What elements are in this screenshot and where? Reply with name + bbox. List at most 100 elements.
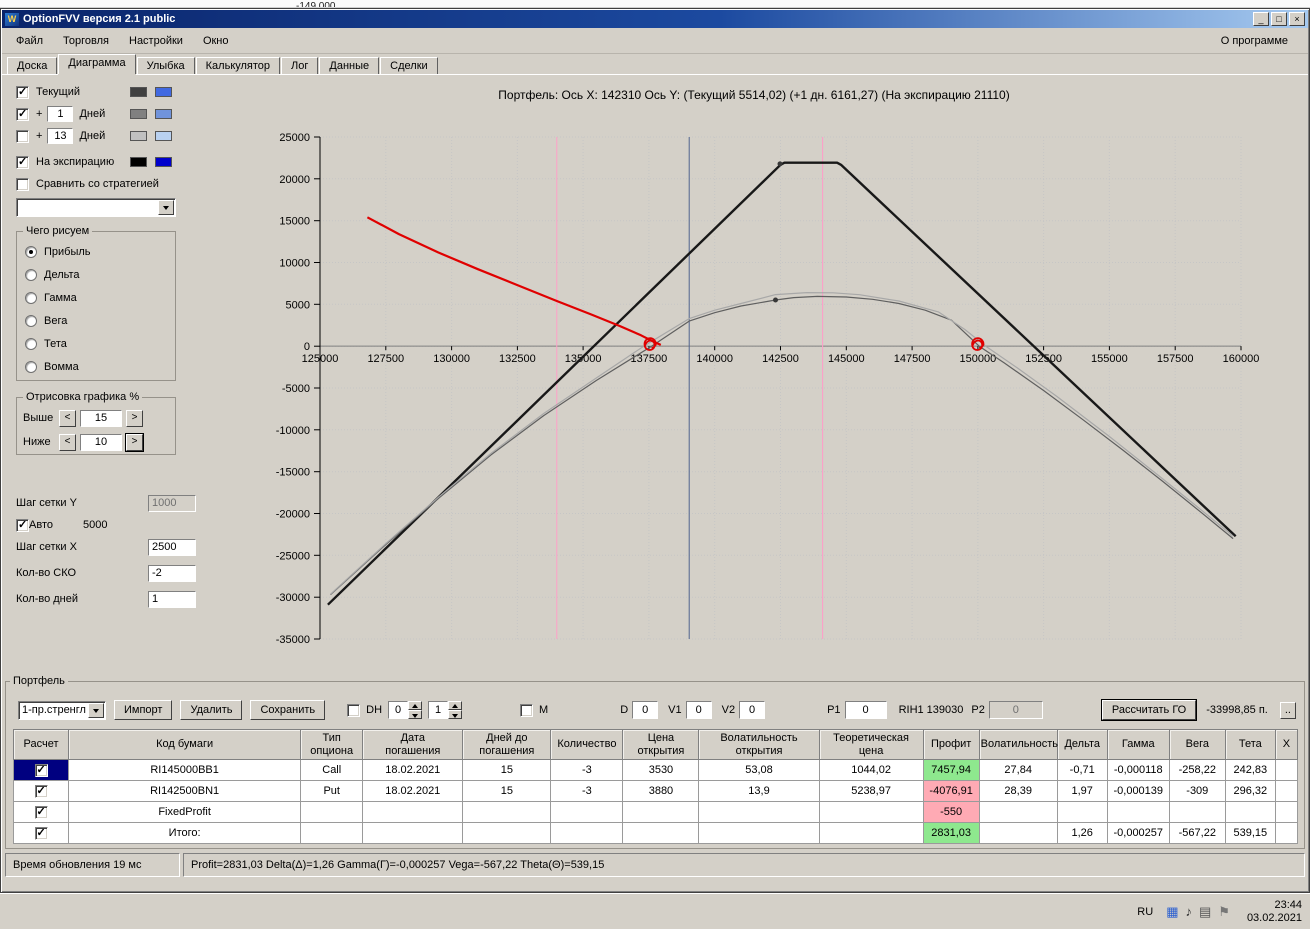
preset-dropdown-icon[interactable] [88, 702, 104, 718]
radio-vega[interactable]: Вега [23, 309, 169, 332]
background-window-fragment: -149.000 [296, 1, 336, 8]
save-button[interactable]: Сохранить [250, 700, 326, 720]
taskbar-clock[interactable]: 23:44 03.02.2021 [1239, 899, 1302, 925]
radio-theta-dot[interactable] [25, 337, 37, 350]
spin-down-icon[interactable] [408, 710, 423, 719]
row-checkbox[interactable] [34, 826, 48, 840]
v2-input[interactable] [739, 701, 766, 719]
above-decrement-button[interactable]: < [59, 409, 76, 427]
radio-theta[interactable]: Тета [23, 332, 169, 355]
row-checkbox[interactable] [34, 805, 48, 819]
close-button[interactable]: × [1289, 12, 1305, 26]
tab-log[interactable]: Лог [281, 57, 319, 74]
above-percent-input[interactable] [80, 409, 122, 427]
row-select-cell[interactable] [12, 801, 70, 823]
menu-trading[interactable]: Торговля [53, 32, 119, 50]
below-percent-input[interactable] [80, 433, 122, 451]
radio-vomma-dot[interactable] [25, 360, 37, 373]
spin-down-icon[interactable] [448, 710, 463, 719]
table-cell [622, 801, 700, 823]
tab-ulybka[interactable]: Улыбка [136, 57, 195, 74]
minimize-button[interactable]: _ [1253, 12, 1269, 26]
dh-spinner-1-input[interactable] [388, 701, 409, 719]
radio-delta[interactable]: Дельта [23, 263, 169, 286]
tab-doska[interactable]: Доска [7, 57, 58, 74]
grid-x-input[interactable] [148, 538, 196, 556]
radio-profit[interactable]: Прибыль [23, 240, 169, 263]
radio-vega-dot[interactable] [25, 314, 37, 327]
radio-vomma[interactable]: Вомма [23, 355, 169, 378]
auto-row: Авто 5000 [16, 515, 196, 535]
tab-kalkulyator[interactable]: Калькулятор [195, 57, 281, 74]
grid-y-row: Шаг сетки Y [16, 493, 196, 513]
flag-icon[interactable]: ⚑ [1218, 904, 1230, 920]
table-cell: Итого: [68, 822, 302, 844]
strategy-combobox[interactable] [16, 198, 176, 217]
plus1-row: + Дней [12, 103, 200, 125]
plus1-days-input[interactable] [47, 106, 74, 122]
compare-checkbox[interactable] [16, 177, 29, 191]
row-checkbox[interactable] [34, 763, 48, 777]
expiration-checkbox[interactable] [16, 155, 29, 169]
days-input[interactable] [148, 590, 196, 608]
menu-about[interactable]: О программе [1215, 32, 1294, 50]
auto-checkbox[interactable] [16, 518, 29, 532]
x-tick-label: 140000 [696, 353, 733, 365]
more-button[interactable]: .. [1279, 701, 1296, 719]
spin-up-icon[interactable] [448, 701, 463, 710]
sko-input[interactable] [148, 564, 196, 582]
dh-checkbox[interactable] [347, 703, 361, 717]
plus1-checkbox[interactable] [16, 107, 29, 121]
radio-gamma[interactable]: Гамма [23, 286, 169, 309]
table-cell [818, 801, 924, 823]
row-checkbox[interactable] [34, 784, 48, 798]
plus13-days-input[interactable] [47, 128, 74, 144]
d-input[interactable] [632, 701, 659, 719]
row-select-cell[interactable] [12, 780, 70, 802]
calc-go-button[interactable]: Рассчитать ГО [1101, 700, 1197, 720]
p1-input[interactable] [844, 701, 887, 719]
dh-spinner-2[interactable] [428, 701, 463, 719]
dh-spinner-2-arrows[interactable] [448, 701, 463, 719]
column-header: Расчет [12, 729, 70, 760]
row-select-cell[interactable] [12, 822, 70, 844]
above-increment-button[interactable]: > [126, 409, 143, 427]
v1-input[interactable] [685, 701, 712, 719]
tab-dannye[interactable]: Данные [319, 57, 380, 74]
menu-file[interactable]: Файл [6, 32, 53, 50]
status-greeks-text: Profit=2831,03 Delta(Δ)=1,26 Gamma(Г)=-0… [191, 859, 605, 871]
tab-diagramma[interactable]: Диаграмма [58, 54, 136, 74]
taskbar: RU ▦ ♪ ▤ ⚑ 23:44 03.02.2021 [0, 893, 1310, 929]
menu-settings[interactable]: Настройки [119, 32, 193, 50]
volume-icon[interactable]: ♪ [1185, 904, 1192, 920]
radio-gamma-dot[interactable] [25, 291, 37, 304]
profit-chart[interactable]: -35000 -30000 -25000 -20000 -15000 -10000 -500… [202, 115, 1306, 667]
maximize-button[interactable]: □ [1271, 12, 1287, 26]
plus13-checkbox[interactable] [16, 129, 29, 143]
radio-vega-label: Вега [44, 314, 68, 327]
grid-x-row: Шаг сетки X [16, 537, 196, 557]
document-icon[interactable]: ▤ [1199, 904, 1211, 920]
tabstrip: Доска Диаграмма Улыбка Калькулятор Лог Данные… [7, 54, 1303, 74]
portfolio-preset-combobox[interactable]: 1-пр.стренгл [18, 700, 106, 720]
menu-window[interactable]: Окно [193, 32, 239, 50]
radio-profit-dot[interactable] [25, 245, 37, 258]
m-checkbox[interactable] [520, 703, 534, 717]
x-tick-label: 142500 [762, 353, 799, 365]
below-decrement-button[interactable]: < [59, 433, 76, 451]
delete-button[interactable]: Удалить [180, 700, 243, 720]
language-indicator[interactable]: RU [1137, 906, 1153, 918]
tab-sdelki[interactable]: Сделки [380, 57, 438, 74]
current-checkbox[interactable] [16, 85, 29, 99]
row-select-cell[interactable] [12, 759, 70, 781]
spin-up-icon[interactable] [408, 701, 423, 710]
dh-spinner-1-arrows[interactable] [408, 701, 423, 719]
computer-icon[interactable]: ▦ [1166, 904, 1178, 920]
combo-dropdown-icon[interactable] [158, 200, 174, 215]
import-button[interactable]: Импорт [114, 700, 173, 720]
dh-spinner-1[interactable] [388, 701, 423, 719]
below-increment-button[interactable]: > [126, 433, 143, 451]
radio-delta-dot[interactable] [25, 268, 37, 281]
dh-spinner-2-input[interactable] [428, 701, 449, 719]
plus13-swatches [130, 131, 172, 141]
